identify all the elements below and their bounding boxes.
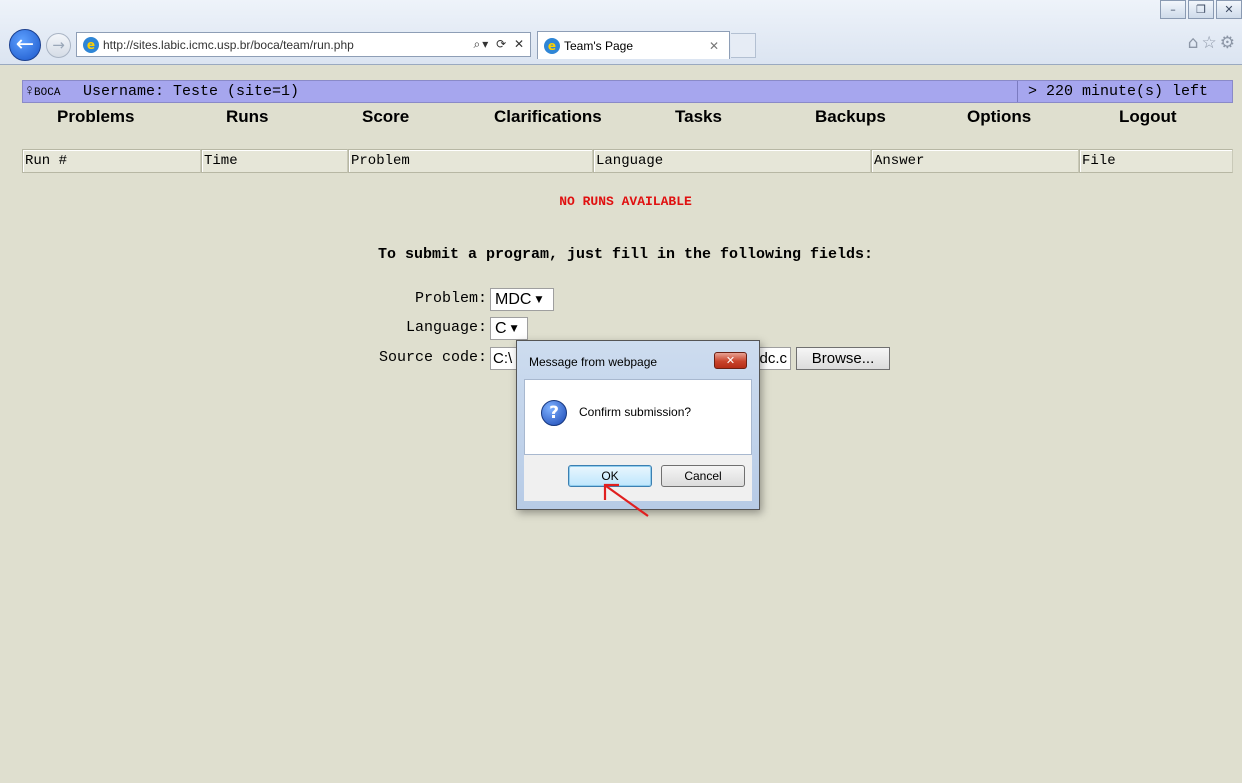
- annotation-arrow-icon: [603, 483, 649, 517]
- gear-icon[interactable]: ⚙: [1220, 33, 1238, 53]
- dropdown-arrow-icon: ▼: [510, 324, 518, 334]
- language-select[interactable]: C ▼: [490, 317, 528, 340]
- nav-logout[interactable]: Logout: [1119, 107, 1177, 127]
- address-controls-icon[interactable]: ⌕▾ ⟳ ✕: [474, 37, 526, 52]
- boca-logo: ♀BOCA: [25, 83, 61, 100]
- browser-chrome: – ❐ ✕ ← → e http://sites.labic.icmc.usp.…: [0, 0, 1242, 65]
- time-left-text: > 220 minute(s) left: [1017, 81, 1233, 102]
- main-nav: Problems Runs Score Clarifications Tasks…: [22, 107, 1233, 131]
- language-label: Language:: [405, 319, 487, 336]
- back-arrow-icon[interactable]: ←: [9, 29, 41, 61]
- nav-score[interactable]: Score: [362, 107, 409, 127]
- restore-icon[interactable]: ❐: [1188, 0, 1214, 19]
- tab-close-icon[interactable]: ✕: [709, 39, 719, 53]
- favorites-star-icon[interactable]: ☆: [1202, 33, 1220, 53]
- url-text[interactable]: http://sites.labic.icmc.usp.br/boca/team…: [103, 38, 354, 52]
- no-runs-message: NO RUNS AVAILABLE: [559, 194, 692, 209]
- address-bar[interactable]: e http://sites.labic.icmc.usp.br/boca/te…: [76, 32, 531, 57]
- dialog-message: Confirm submission?: [579, 405, 692, 419]
- col-problem: Problem: [348, 149, 593, 173]
- question-icon: ?: [541, 400, 567, 426]
- boca-header-bar: ♀BOCA Username: Teste (site=1) > 220 min…: [22, 80, 1233, 103]
- col-time: Time: [201, 149, 348, 173]
- source-code-label: Source code:: [378, 349, 487, 366]
- language-select-value: C: [495, 320, 507, 337]
- nav-runs[interactable]: Runs: [226, 107, 269, 127]
- dialog-body: ? Confirm submission?: [524, 379, 752, 455]
- browse-button[interactable]: Browse...: [796, 347, 890, 370]
- cancel-button[interactable]: Cancel: [661, 465, 745, 487]
- dropdown-arrow-icon: ▼: [535, 295, 543, 305]
- minimize-icon[interactable]: –: [1160, 0, 1186, 19]
- file-path-end: dc.c: [759, 350, 787, 367]
- dialog-close-icon[interactable]: ✕: [714, 352, 747, 369]
- col-language: Language: [593, 149, 871, 173]
- problem-label: Problem:: [414, 290, 487, 307]
- nav-options[interactable]: Options: [967, 107, 1031, 127]
- col-run-number: Run #: [22, 149, 201, 173]
- forward-arrow-icon[interactable]: →: [46, 33, 71, 58]
- tab-title: Team's Page: [564, 38, 633, 53]
- window-controls: – ❐ ✕: [1158, 0, 1242, 19]
- new-tab-button[interactable]: [731, 33, 756, 58]
- home-icon[interactable]: ⌂: [1188, 33, 1202, 53]
- dialog-title: Message from webpage: [529, 355, 658, 369]
- runs-table-header: Run # Time Problem Language Answer File: [22, 149, 1233, 173]
- nav-backups[interactable]: Backups: [815, 107, 886, 127]
- submit-instructions: To submit a program, just fill in the fo…: [377, 246, 874, 263]
- col-answer: Answer: [871, 149, 1079, 173]
- ie-page-icon: e: [83, 36, 99, 53]
- tab-ie-icon: e: [544, 37, 560, 54]
- nav-problems[interactable]: Problems: [57, 107, 134, 127]
- username-text: Username: Teste (site=1): [83, 83, 300, 100]
- toolbar-icons: ⌂☆⚙: [1188, 33, 1238, 53]
- close-window-icon[interactable]: ✕: [1216, 0, 1242, 19]
- col-file: File: [1079, 149, 1233, 173]
- file-path-start: C:\: [493, 350, 513, 367]
- browser-tab[interactable]: e Team's Page ✕: [537, 31, 730, 59]
- problem-select[interactable]: MDC ▼: [490, 288, 554, 311]
- nav-tasks[interactable]: Tasks: [675, 107, 722, 127]
- nav-clarifications[interactable]: Clarifications: [494, 107, 602, 127]
- problem-select-value: MDC: [495, 291, 532, 308]
